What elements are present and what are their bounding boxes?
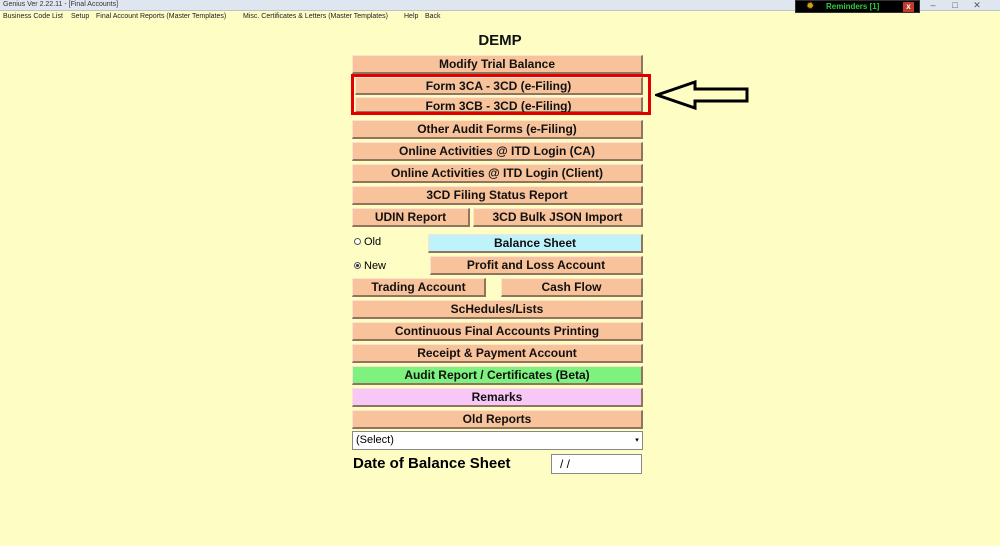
other-audit-forms-button[interactable]: Other Audit Forms (e-Filing) (352, 120, 643, 139)
filing-status-report-button[interactable]: 3CD Filing Status Report (352, 186, 643, 205)
chevron-down-icon[interactable]: ▾ (633, 433, 641, 448)
radio-old-dot[interactable] (354, 237, 361, 245)
menu-setup[interactable]: Setup (71, 12, 89, 21)
cash-flow-button[interactable]: Cash Flow (501, 278, 643, 297)
profit-and-loss-button[interactable]: Profit and Loss Account (430, 256, 643, 275)
radio-old[interactable]: Old (354, 235, 381, 249)
menu-misc-certificates[interactable]: Misc. Certificates & Letters (Master Tem… (243, 12, 388, 21)
menu-help[interactable]: Help (404, 12, 418, 21)
radio-new-label: New (364, 260, 387, 272)
audit-report-button[interactable]: Audit Report / Certificates (Beta) (352, 366, 643, 385)
continuous-printing-button[interactable]: Continuous Final Accounts Printing (352, 322, 643, 341)
old-reports-button[interactable]: Old Reports (352, 410, 643, 429)
online-activities-client-button[interactable]: Online Activities @ ITD Login (Client) (352, 164, 643, 183)
date-of-balance-sheet-label: Date of Balance Sheet (353, 455, 511, 472)
report-select[interactable]: (Select) ▾ (352, 431, 643, 450)
menu-bar: Business Code List Setup Final Account R… (0, 11, 1000, 22)
highlight-box (351, 74, 651, 115)
menu-final-account-reports[interactable]: Final Account Reports (Master Templates) (96, 12, 226, 21)
window-close-icon[interactable]: ✕ (968, 0, 986, 10)
menu-business-code-list[interactable]: Business Code List (3, 12, 63, 21)
minimize-icon[interactable]: – (924, 0, 942, 10)
maximize-icon[interactable]: □ (946, 0, 964, 10)
udin-report-button[interactable]: UDIN Report (352, 208, 470, 227)
radio-old-label: Old (364, 236, 382, 248)
online-activities-ca-button[interactable]: Online Activities @ ITD Login (CA) (352, 142, 643, 161)
report-select-value: (Select) (356, 434, 394, 446)
balance-sheet-date-input[interactable]: / / (551, 454, 642, 474)
bulk-json-import-button[interactable]: 3CD Bulk JSON Import (473, 208, 643, 227)
receipt-payment-button[interactable]: Receipt & Payment Account (352, 344, 643, 363)
company-heading: DEMP (478, 32, 522, 49)
menu-back[interactable]: Back (425, 12, 441, 21)
schedules-lists-button[interactable]: ScHedules/Lists (352, 300, 643, 319)
modify-trial-balance-button[interactable]: Modify Trial Balance (352, 55, 643, 74)
pointer-arrow-icon (655, 80, 749, 110)
remarks-button[interactable]: Remarks (352, 388, 643, 407)
radio-new[interactable]: New (354, 259, 386, 273)
window-title: Genius Ver 2.22.11 - [Final Accounts] (3, 1, 119, 8)
balance-sheet-button[interactable]: Balance Sheet (428, 234, 643, 253)
trading-account-button[interactable]: Trading Account (352, 278, 486, 297)
radio-new-dot[interactable] (354, 261, 361, 269)
